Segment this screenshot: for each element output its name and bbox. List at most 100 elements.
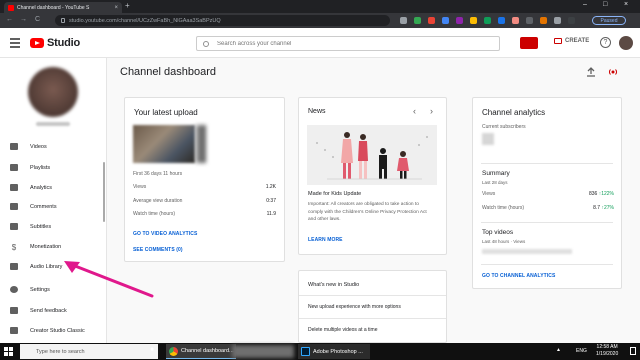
latest-upload-card: Your latest upload <box>124 97 285 262</box>
close-window-button[interactable]: × <box>624 1 628 8</box>
stat-label: Average view duration <box>133 198 183 204</box>
taskbar-search-placeholder: Type here to search <box>36 348 85 355</box>
watch-time-label: Watch time (hours) <box>482 205 525 211</box>
sidebar-item-label: Audio Library <box>30 263 63 270</box>
forward-icon[interactable]: → <box>20 16 27 23</box>
extension-icon[interactable] <box>498 17 505 24</box>
go-live-icon[interactable] <box>608 67 618 77</box>
current-subscribers-label: Current subscribers <box>482 124 526 130</box>
studio-logo[interactable]: Studio <box>30 37 80 49</box>
channel-avatar[interactable] <box>28 67 78 117</box>
clock-time: 12:58 AM <box>596 344 618 350</box>
whats-new-item[interactable]: New upload experience with more options <box>308 304 401 310</box>
windows-start-icon[interactable] <box>4 347 13 356</box>
taskbar-task-label: Adobe Photoshop ... <box>313 348 363 355</box>
lock-icon <box>61 18 65 23</box>
extension-icon[interactable] <box>442 17 449 24</box>
news-prev-button[interactable]: ‹ <box>413 106 416 116</box>
extension-icon[interactable] <box>568 17 575 24</box>
channel-search[interactable] <box>196 36 500 51</box>
reload-icon[interactable]: C <box>35 16 40 23</box>
monetization-icon: $ <box>11 243 17 252</box>
taskbar-clock[interactable]: 12:58 AM 1/19/2020 <box>596 344 618 358</box>
search-input[interactable] <box>217 40 467 47</box>
whats-new-item[interactable]: Delete multiple videos at a time <box>308 327 377 333</box>
language-indicator[interactable]: ENG <box>576 348 587 354</box>
help-icon[interactable]: ? <box>600 37 611 48</box>
playlists-icon <box>10 164 18 171</box>
views-change: 122% <box>601 191 614 197</box>
extension-icon[interactable] <box>456 17 463 24</box>
analytics-title: Channel analytics <box>482 108 546 117</box>
taskbar-chrome[interactable]: Channel dashboard... <box>166 344 236 359</box>
notifications-icon[interactable] <box>630 347 636 355</box>
sidebar-item-comments[interactable]: Comments <box>0 197 106 216</box>
sidebar-item-classic-studio[interactable]: Creator Studio Classic <box>0 321 106 340</box>
account-avatar[interactable] <box>619 36 633 50</box>
video-camera-icon <box>554 38 562 44</box>
address-url: studio.youtube.com/channel/UCzZwFaBh_NlG… <box>69 17 221 24</box>
youtube-play-icon <box>30 38 44 48</box>
sidebar-item-videos[interactable]: Videos <box>0 137 106 156</box>
tab-close-icon[interactable]: × <box>114 5 118 11</box>
browser-toolbar: ← → C studio.youtube.com/channel/UCzZwFa… <box>0 13 640 28</box>
taskbar-photoshop[interactable]: Adobe Photoshop ... <box>298 344 370 359</box>
channel-analytics-link[interactable]: GO TO CHANNEL ANALYTICS <box>482 273 555 279</box>
see-comments-link[interactable]: SEE COMMENTS (0) <box>133 247 183 253</box>
stat-label: Views <box>133 184 147 190</box>
extension-icon[interactable] <box>512 17 519 24</box>
maximize-button[interactable]: □ <box>603 1 607 8</box>
stat-label: Watch time (hours) <box>133 211 176 217</box>
news-next-button[interactable]: › <box>430 106 433 116</box>
sidebar-item-monetization[interactable]: $ Monetization <box>0 237 106 256</box>
microphone-icon[interactable]: ● <box>150 346 154 353</box>
settings-icon <box>10 286 18 293</box>
create-label: CREATE <box>565 38 590 44</box>
wifi-icon[interactable]: ▲ <box>556 347 561 353</box>
sidebar-item-feedback[interactable]: Send feedback <box>0 301 106 320</box>
news-title: News <box>308 108 326 115</box>
extension-icon[interactable] <box>526 17 533 24</box>
views-value: 836 <box>588 191 598 197</box>
create-button[interactable]: CREATE <box>554 38 589 44</box>
audio-library-icon <box>10 263 18 270</box>
video-thumbnail[interactable] <box>133 125 195 163</box>
address-bar[interactable]: studio.youtube.com/channel/UCzZwFaBh_NlG… <box>55 15 390 26</box>
stat-value: 1.2K <box>265 184 276 190</box>
sidebar-item-label: Settings <box>30 286 50 293</box>
browser-tab[interactable]: Channel dashboard - YouTube S × <box>4 2 122 13</box>
star-icon[interactable] <box>400 17 407 24</box>
sidebar-item-subtitles[interactable]: Subtitles <box>0 217 106 236</box>
divider <box>481 264 613 265</box>
back-icon[interactable]: ← <box>6 16 13 23</box>
divider <box>299 295 446 296</box>
minimize-button[interactable]: – <box>583 1 587 8</box>
new-tab-button[interactable]: + <box>125 1 130 10</box>
summary-watch-row: Watch time (hours) 8.7 ↑27% <box>482 205 614 211</box>
sidebar-item-label: Send feedback <box>30 307 67 314</box>
extension-icon[interactable] <box>470 17 477 24</box>
sidebar-item-label: Monetization <box>30 243 62 250</box>
profile-paused-button[interactable]: Paused <box>592 16 626 25</box>
menu-icon[interactable] <box>10 38 20 50</box>
analytics-icon <box>10 184 18 191</box>
learn-more-link[interactable]: LEARN MORE <box>308 237 343 243</box>
sidebar-item-playlists[interactable]: Playlists <box>0 158 106 177</box>
sidebar-item-analytics[interactable]: Analytics <box>0 178 106 197</box>
extension-icon[interactable] <box>428 17 435 24</box>
top-videos-title: Top videos <box>482 229 514 236</box>
sidebar-item-label: Analytics <box>30 184 53 191</box>
classic-studio-icon <box>10 327 18 334</box>
upload-icon[interactable] <box>586 67 596 77</box>
video-analytics-link[interactable]: GO TO VIDEO ANALYTICS <box>133 231 197 237</box>
extension-icon[interactable] <box>414 17 421 24</box>
extension-icon[interactable] <box>554 17 561 24</box>
sidebar-scrollbar[interactable] <box>103 162 105 222</box>
extension-icon[interactable] <box>484 17 491 24</box>
taskbar-search[interactable]: Type here to search <box>20 344 158 359</box>
sidebar-item-label: Creator Studio Classic <box>30 327 85 334</box>
page-title: Channel dashboard <box>120 66 217 78</box>
news-headline: Made for Kids Update <box>308 191 362 197</box>
extension-icon[interactable] <box>540 17 547 24</box>
live-stream-icon[interactable] <box>520 37 538 49</box>
